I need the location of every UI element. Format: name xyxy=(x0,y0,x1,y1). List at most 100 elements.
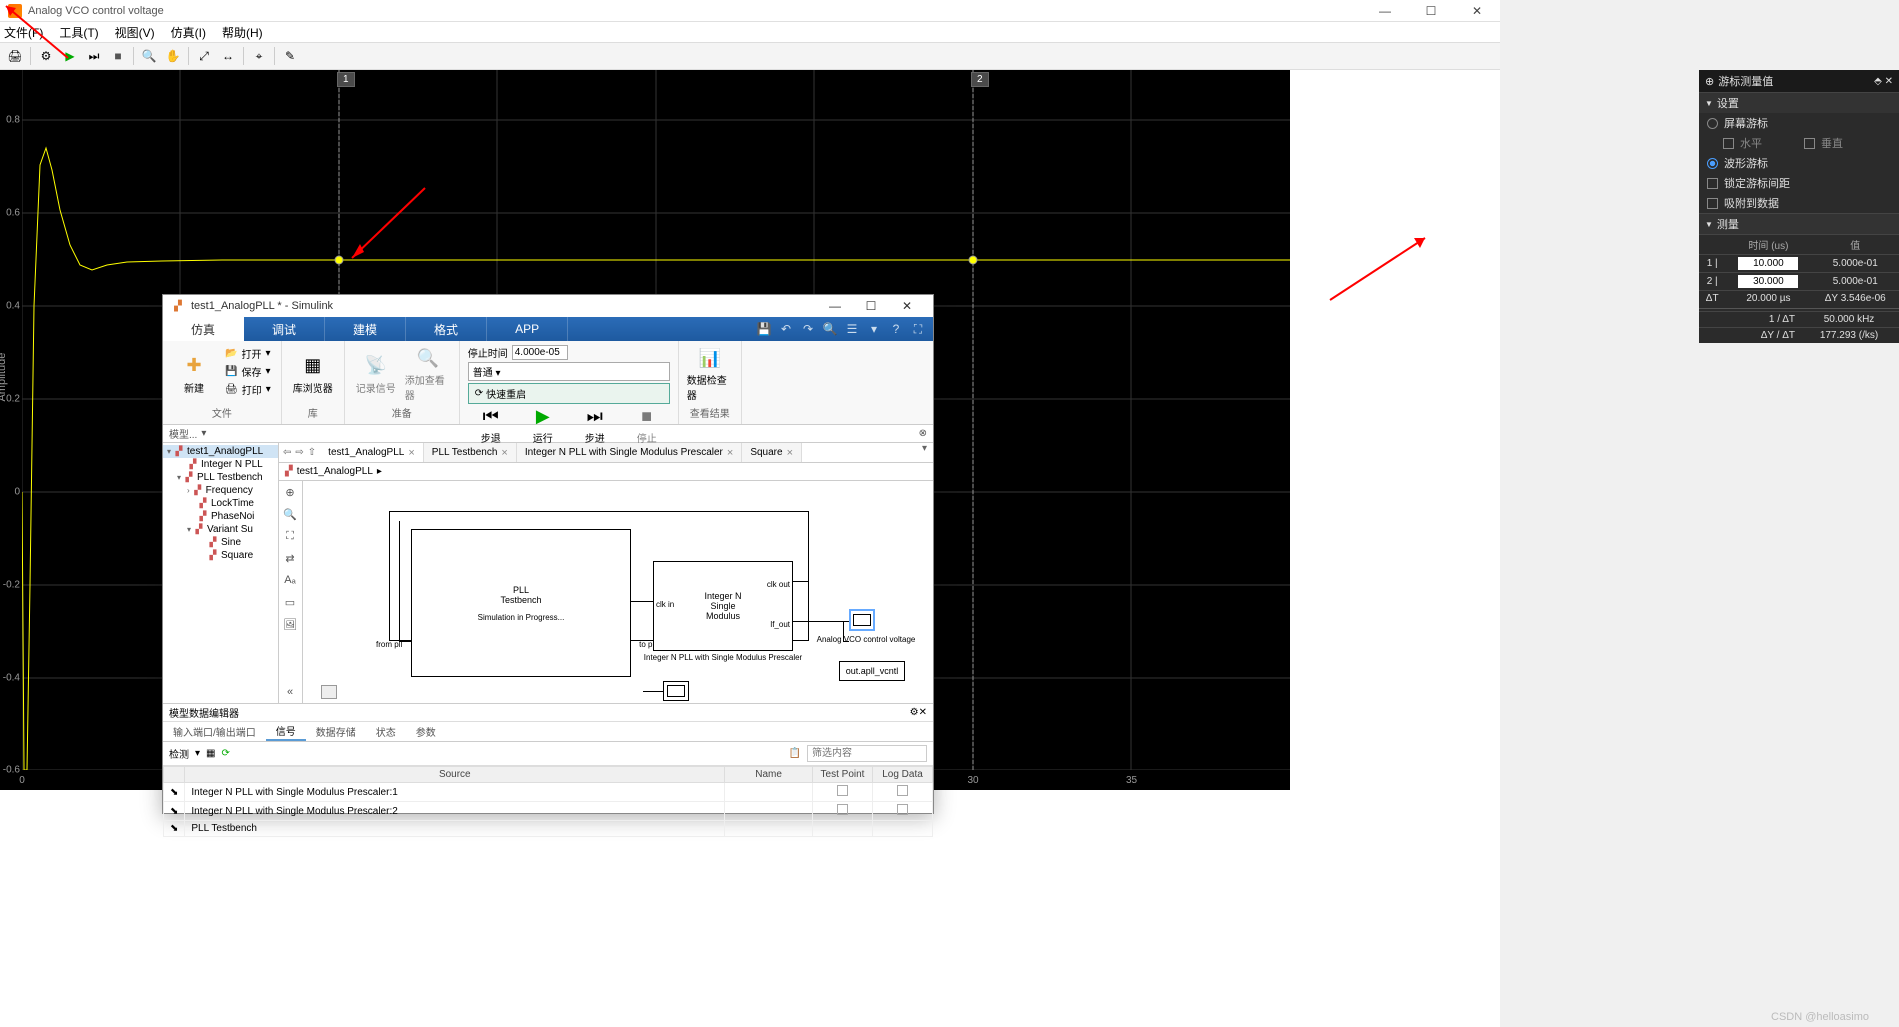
redo-icon[interactable]: ↷ xyxy=(799,322,817,336)
horizontal-check[interactable] xyxy=(1723,138,1734,149)
de-tab-params[interactable]: 参数 xyxy=(406,722,446,741)
cursor1-time-input[interactable] xyxy=(1738,257,1798,270)
tab-debug[interactable]: 调试 xyxy=(244,317,325,341)
save-button[interactable]: 💾 保存 ▾ xyxy=(223,363,273,380)
stop-button[interactable]: ■停止 xyxy=(624,404,670,445)
canvas-tab-testbench[interactable]: PLL Testbench× xyxy=(424,443,517,462)
stack-icon[interactable] xyxy=(321,685,337,699)
close-icon[interactable]: × xyxy=(727,447,733,459)
sort-icon[interactable]: ☰ xyxy=(843,322,861,336)
nav-up-icon[interactable]: ⇧ xyxy=(308,447,316,458)
area-icon[interactable]: ▭ xyxy=(281,593,299,611)
gear-icon[interactable]: ⚙ xyxy=(910,707,919,718)
close-icon[interactable]: × xyxy=(501,447,507,459)
filter-input[interactable] xyxy=(807,745,927,762)
data-inspector-button[interactable]: 📊数据检查器 xyxy=(687,345,733,403)
cursor-2-flag[interactable]: 2 xyxy=(971,72,989,87)
close-icon[interactable]: × xyxy=(787,447,793,459)
tree-item[interactable]: ▾▞Variant Su xyxy=(163,523,278,536)
save-icon[interactable]: 💾 xyxy=(755,322,773,336)
tab-format[interactable]: 格式 xyxy=(406,317,487,341)
refresh-icon[interactable]: ⟳ xyxy=(221,748,229,759)
search-icon[interactable]: 🔍 xyxy=(821,322,839,336)
settings-section[interactable]: 设置 xyxy=(1699,92,1899,113)
step-icon[interactable]: ⏭ xyxy=(83,45,105,67)
tree-item[interactable]: ▞Square xyxy=(163,549,278,562)
customize-icon[interactable]: ▾ xyxy=(865,322,883,336)
de-tab-signals[interactable]: 信号 xyxy=(266,722,306,741)
fit-view-icon[interactable]: ⛶ xyxy=(281,527,299,545)
screen-cursor-radio[interactable] xyxy=(1707,118,1718,129)
vertical-check[interactable] xyxy=(1804,138,1815,149)
sim-minimize-button[interactable]: — xyxy=(817,296,853,316)
sim-mode-select[interactable]: 普通 ▾ xyxy=(468,362,670,381)
image-icon[interactable]: 🖼 xyxy=(281,615,299,633)
autoscale-icon[interactable]: ⤢ xyxy=(193,45,215,67)
minimize-button[interactable]: — xyxy=(1362,0,1408,22)
menu-simulation[interactable]: 仿真(I) xyxy=(171,24,206,41)
tree-item[interactable]: ▞PhaseNoi xyxy=(163,510,278,523)
measure-section[interactable]: 测量 xyxy=(1699,213,1899,234)
zoom-icon[interactable]: 🔍 xyxy=(138,45,160,67)
snap-data-check[interactable] xyxy=(1707,198,1718,209)
pan-icon[interactable]: ✋ xyxy=(162,45,184,67)
expand-handle-icon[interactable]: ▸▸▸ xyxy=(1293,430,1302,463)
viewmark-icon[interactable]: « xyxy=(281,683,299,701)
de-tab-ports[interactable]: 输入端口/输出端口 xyxy=(163,722,266,741)
tab-modeling[interactable]: 建模 xyxy=(325,317,406,341)
step-fwd-button[interactable]: ⏭步进 xyxy=(572,404,618,445)
de-tab-datastore[interactable]: 数据存储 xyxy=(306,722,366,741)
grid-icon[interactable]: ▦ xyxy=(206,748,215,759)
pll-testbench-block[interactable]: PLL Testbench Simulation in Progress... … xyxy=(411,529,631,677)
fit-icon[interactable]: ⊕ xyxy=(281,483,299,501)
simulink-canvas[interactable]: PLL Testbench Simulation in Progress... … xyxy=(303,481,933,703)
menu-tools[interactable]: 工具(T) xyxy=(59,24,98,41)
maximize-button[interactable]: ☐ xyxy=(1408,0,1454,22)
menu-help[interactable]: 帮助(H) xyxy=(222,24,263,41)
help-icon[interactable]: ? xyxy=(887,322,905,336)
waveform-cursor-radio[interactable] xyxy=(1707,158,1718,169)
print-button[interactable]: 🖨 打印 ▾ xyxy=(223,381,273,398)
tree-item[interactable]: ▞Sine xyxy=(163,536,278,549)
canvas-tab-main[interactable]: test1_AnalogPLL× xyxy=(320,443,424,462)
simulink-titlebar[interactable]: ▞ test1_AnalogPLL * - Simulink — ☐ ✕ xyxy=(163,295,933,317)
tree-item[interactable]: ▞LockTime xyxy=(163,497,278,510)
fullscreen-icon[interactable]: ⛶ xyxy=(909,322,927,337)
run-icon[interactable]: ▶ xyxy=(59,45,81,67)
out-block[interactable]: out.apll_vcntl xyxy=(839,661,905,681)
scope-block[interactable] xyxy=(849,609,875,631)
tab-simulation[interactable]: 仿真 xyxy=(163,317,244,341)
stop-icon[interactable]: ■ xyxy=(107,45,129,67)
menu-view[interactable]: 视图(V) xyxy=(115,24,155,41)
close-icon[interactable]: × xyxy=(408,447,414,459)
open-button[interactable]: 📂 打开 ▾ xyxy=(223,345,273,362)
integer-n-block[interactable]: Integer N Single Modulus clk in clk out … xyxy=(653,561,793,651)
run-button[interactable]: ▶运行 xyxy=(520,404,566,445)
stop-time-input[interactable] xyxy=(512,345,568,360)
pin-icon[interactable]: ⬘ ✕ xyxy=(1874,76,1893,87)
step-back-button[interactable]: ⏮步退 xyxy=(468,404,514,445)
log-signals-button[interactable]: 📡记录信号 xyxy=(353,345,399,403)
cursor-icon[interactable]: ⌖ xyxy=(248,45,270,67)
tree-item[interactable]: ▾▞test1_AnalogPLL xyxy=(163,445,278,458)
tree-item[interactable]: ▞Integer N PLL xyxy=(163,458,278,471)
lock-spacing-check[interactable] xyxy=(1707,178,1718,189)
highlight-icon[interactable]: ✎ xyxy=(279,45,301,67)
model-tree[interactable]: ▾▞test1_AnalogPLL▞Integer N PLL▾▞PLL Tes… xyxy=(163,443,279,703)
nav-fwd-icon[interactable]: ⇨ xyxy=(295,447,303,458)
sim-close-button[interactable]: ✕ xyxy=(889,296,925,316)
quick-restart-button[interactable]: ⟳ 快速重启 xyxy=(468,383,670,404)
dropdown-icon[interactable]: ▾ xyxy=(916,443,933,462)
zoom-icon[interactable]: 🔍 xyxy=(281,505,299,523)
tree-item[interactable]: ›▞Frequency xyxy=(163,484,278,497)
new-button[interactable]: ✚新建 xyxy=(171,345,217,403)
breadcrumb[interactable]: ▞test1_AnalogPLL▸ xyxy=(279,463,933,481)
de-tab-states[interactable]: 状态 xyxy=(366,722,406,741)
filter-icon[interactable]: 📋 xyxy=(789,748,801,759)
scope-block-2[interactable] xyxy=(663,681,689,701)
nav-icon[interactable]: ⇄ xyxy=(281,549,299,567)
nav-back-icon[interactable]: ⇦ xyxy=(283,447,291,458)
cursor2-time-input[interactable] xyxy=(1738,275,1798,288)
cursor-1-flag[interactable]: 1 xyxy=(337,72,355,87)
sim-maximize-button[interactable]: ☐ xyxy=(853,296,889,316)
